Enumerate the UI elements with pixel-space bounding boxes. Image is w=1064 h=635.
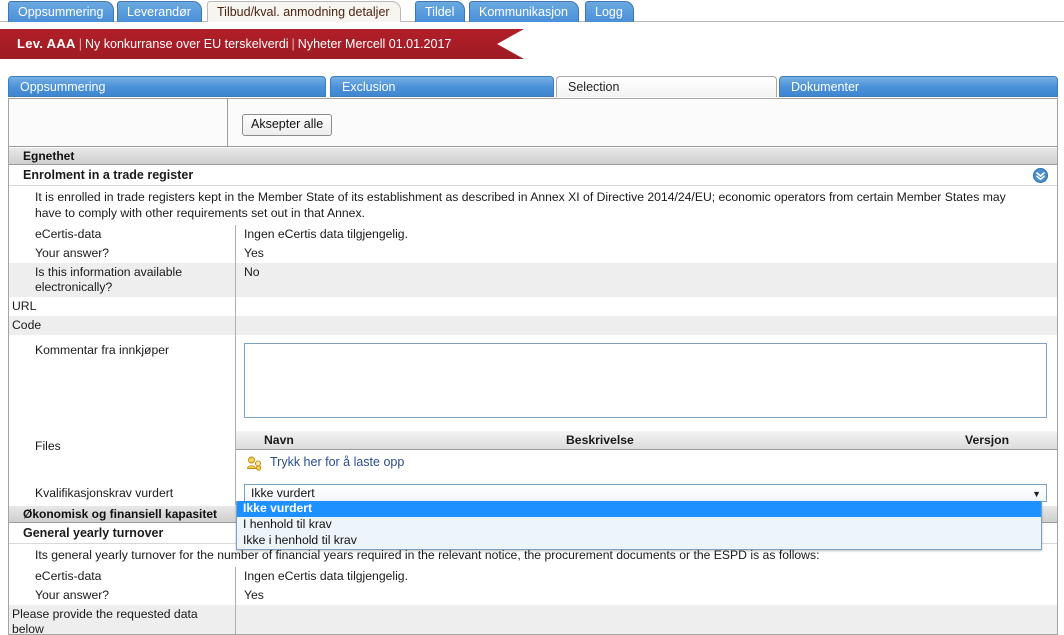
row-label-code: Code <box>9 316 236 335</box>
accept-all-button[interactable]: Aksepter alle <box>242 114 333 136</box>
toolbar-divider <box>227 99 228 146</box>
table-row: URL <box>9 297 1057 316</box>
dropdown-option-ikke-i-henhold-til-krav[interactable]: Ikke i henhold til krav <box>237 533 1041 549</box>
subtab-selection[interactable]: Selection <box>556 76 777 97</box>
ribbon-separator-2: | <box>291 37 295 51</box>
sub-tab-bar: Oppsummering Exclusion Selection Dokumen… <box>8 76 1058 98</box>
files-col-versjon: Versjon <box>964 433 1010 447</box>
qualification-select[interactable]: Ikke vurdert ▼ <box>244 484 1047 502</box>
section-header-suitability: Egnethet <box>9 147 1057 165</box>
table-row: Your answer? Yes <box>9 586 1057 605</box>
row-label: Your answer? <box>9 244 236 263</box>
table-row: Please provide the requested data below <box>9 605 1057 634</box>
files-col-beskrivelse: Beskrivelse <box>566 433 634 447</box>
selection-panel: Aksepter alle Egnethet Enrolment in a tr… <box>8 98 1058 635</box>
criterion-enrolment: Enrolment in a trade register It is enro… <box>9 165 1057 225</box>
files-label: Files <box>9 431 236 483</box>
buyer-comment-textarea[interactable] <box>244 343 1047 418</box>
dropdown-option-ikke-vurdert[interactable]: Ikke vurdert <box>237 501 1041 517</box>
upload-row[interactable]: Trykk her for å laste opp <box>236 450 1057 475</box>
main-tab-bar: Oppsummering Leverandør Tilbud/kval. anm… <box>0 0 1064 22</box>
row-label: Your answer? <box>9 586 236 605</box>
row-value: Ingen eCertis data tilgjengelig. <box>244 227 408 241</box>
table-row: Code <box>9 316 1057 335</box>
qualification-select-label: Kvalifikasjonskrav vurdert <box>9 483 236 505</box>
ribbon-separator-1: | <box>78 37 82 51</box>
row-value-provide-data <box>236 605 1057 634</box>
subtab-exclusion[interactable]: Exclusion <box>330 76 554 97</box>
double-chevron-down-icon[interactable] <box>1033 168 1048 183</box>
tab-kommunikasjon[interactable]: Kommunikasjon <box>469 1 579 22</box>
row-label: eCertis-data <box>9 567 236 586</box>
subtab-oppsummering[interactable]: Oppsummering <box>8 76 326 97</box>
row-label: eCertis-data <box>9 225 236 244</box>
tab-tilbud-detaljer[interactable]: Tilbud/kval. anmodning detaljer <box>207 1 401 22</box>
table-row: eCertis-data Ingen eCertis data tilgjeng… <box>9 225 1057 244</box>
criterion-title-enrolment: Enrolment in a trade register <box>9 165 1057 186</box>
tab-leverandor[interactable]: Leverandør <box>117 1 202 22</box>
tab-logg[interactable]: Logg <box>585 1 634 22</box>
tab-oppsummering[interactable]: Oppsummering <box>8 1 115 22</box>
criterion-description-enrolment: It is enrolled in trade registers kept i… <box>9 186 1057 225</box>
row-label-provide-data: Please provide the requested data below <box>9 605 236 634</box>
table-row: eCertis-data Ingen eCertis data tilgjeng… <box>9 567 1057 586</box>
row-value-code <box>236 316 1057 335</box>
row-value: Ingen eCertis data tilgjengelig. <box>244 569 408 583</box>
qualification-select-value: Ikke vurdert <box>251 486 315 500</box>
upload-link[interactable]: Trykk her for å laste opp <box>270 450 404 475</box>
tab-tildel[interactable]: Tildel <box>415 1 466 22</box>
buyer-comment-label: Kommentar fra innkjøper <box>9 335 236 431</box>
context-ribbon: Lev. AAA | Ny konkurranse over EU terskelv… <box>0 29 524 59</box>
row-label-url: URL <box>9 297 236 316</box>
ribbon-notice: Ny konkurranse over EU terskelverdi <box>85 37 289 51</box>
panel-toolbar: Aksepter alle <box>9 99 1057 147</box>
row-value: No <box>244 265 260 279</box>
upload-person-icon <box>246 455 262 471</box>
buyer-comment-row: Kommentar fra innkjøper <box>9 335 1057 431</box>
row-value: Yes <box>244 246 264 260</box>
ribbon-publisher: Nyheter Mercell 01.01.2017 <box>297 37 452 51</box>
dropdown-option-i-henhold-til-krav[interactable]: I henhold til krav <box>237 517 1041 533</box>
qualification-dropdown-list[interactable]: Ikke vurdert I henhold til krav Ikke i h… <box>236 501 1042 550</box>
criterion-title-text: General yearly turnover <box>23 526 164 540</box>
files-row: Files Navn Beskrivelse Versjon Trykk her… <box>9 431 1057 483</box>
files-table-header: Navn Beskrivelse Versjon <box>236 431 1057 450</box>
table-row: Is this information available electronic… <box>9 263 1057 297</box>
subtab-dokumenter[interactable]: Dokumenter <box>779 76 1058 97</box>
row-label: Is this information available electronic… <box>9 263 236 297</box>
row-value-url <box>236 297 1057 316</box>
row-value: Yes <box>244 588 264 602</box>
criterion-title-text: Enrolment in a trade register <box>23 168 194 182</box>
table-row: Your answer? Yes <box>9 244 1057 263</box>
ribbon-supplier: Lev. AAA <box>17 36 76 51</box>
files-col-navn: Navn <box>264 433 294 447</box>
